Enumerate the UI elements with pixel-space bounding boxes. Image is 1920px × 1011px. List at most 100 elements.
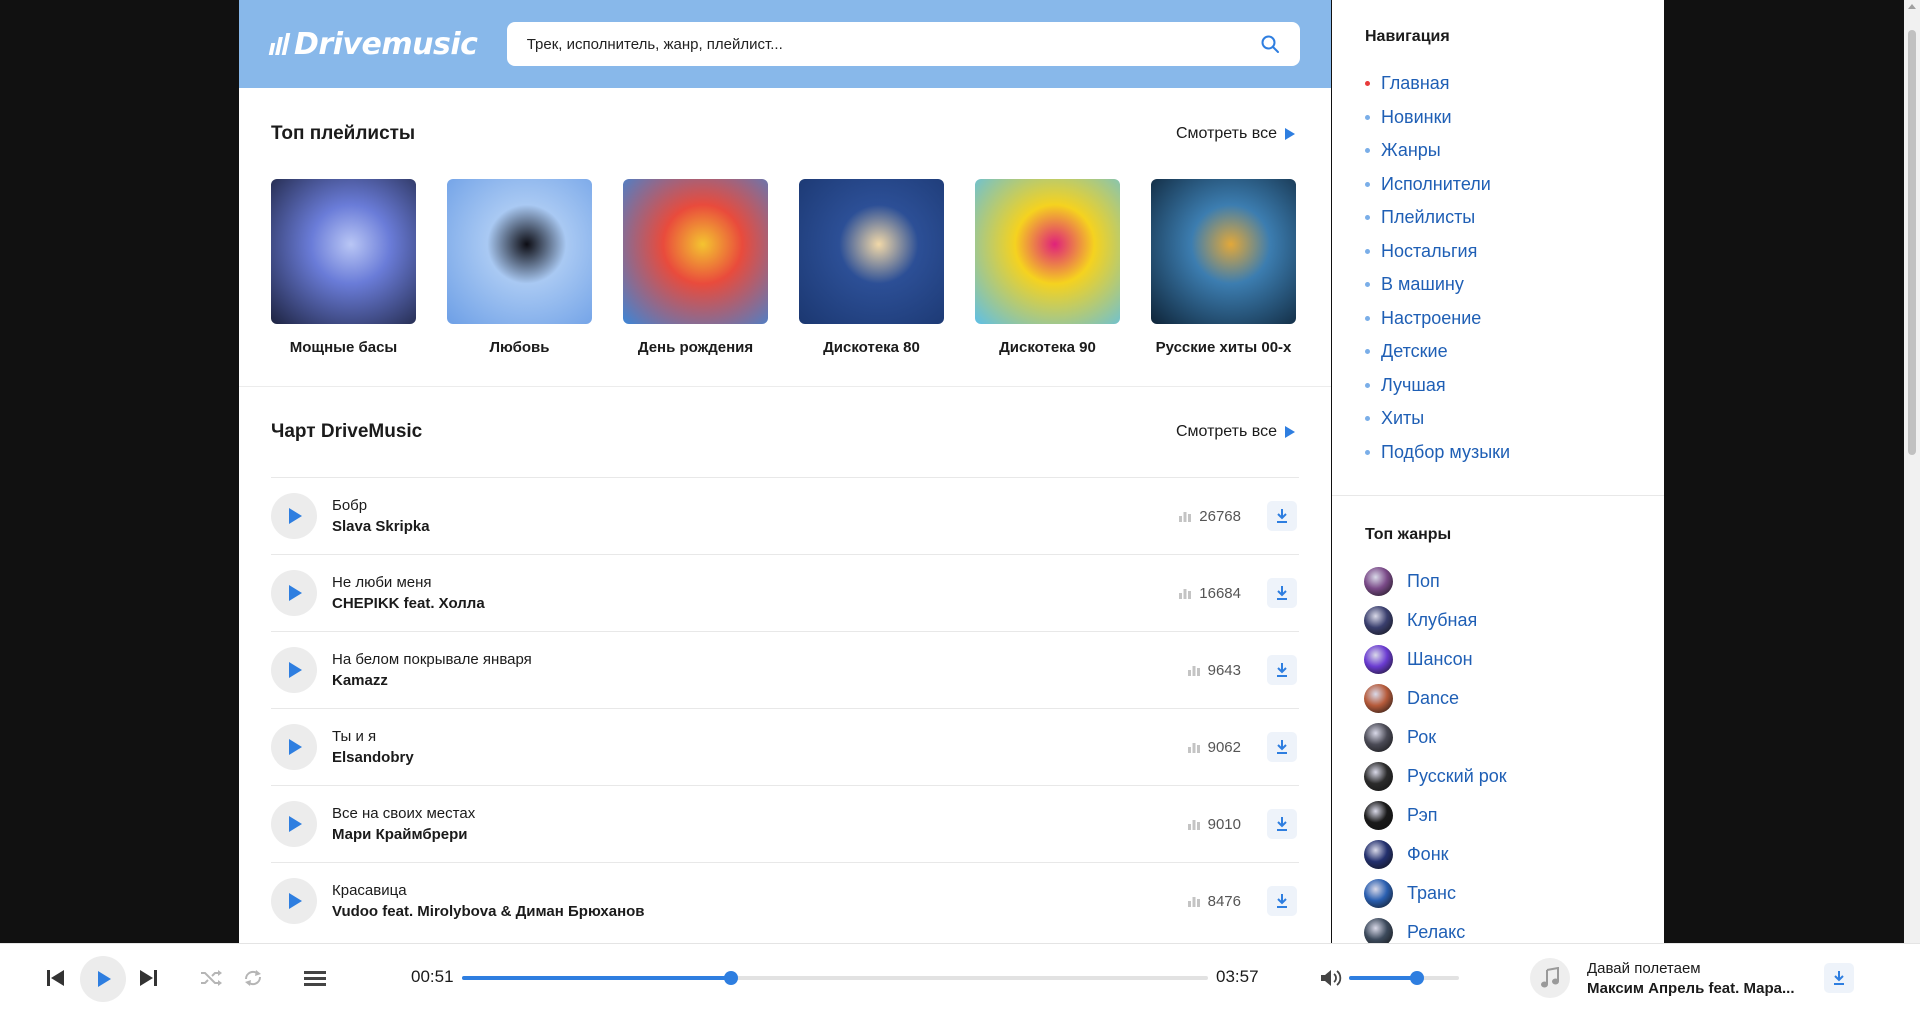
volume-knob[interactable] (1410, 971, 1425, 985)
nav-item[interactable]: В машину (1365, 268, 1664, 302)
track-artist[interactable]: Мари Краймбрери (332, 826, 1188, 843)
playlist-menu-button[interactable] (302, 964, 328, 992)
nav-item[interactable]: Новинки (1365, 101, 1664, 135)
progress-bar[interactable] (462, 971, 1208, 985)
playlist-card[interactable]: Дискотека 90 (975, 179, 1120, 356)
nav-item-label[interactable]: Настроение (1381, 308, 1481, 329)
chart-see-all-link[interactable]: Смотреть все (1176, 423, 1295, 441)
track-row[interactable]: Красавица Vudoo feat. Mirolybova & Диман … (271, 862, 1299, 939)
play-button[interactable] (80, 956, 126, 1002)
genre-label[interactable]: Клубная (1407, 610, 1477, 631)
nav-item-label[interactable]: Главная (1381, 73, 1450, 94)
track-artist[interactable]: CHEPIKK feat. Холла (332, 595, 1179, 612)
track-title[interactable]: Ты и я (332, 728, 1188, 745)
nav-item[interactable]: Главная (1365, 67, 1664, 101)
nav-item-label[interactable]: Ностальгия (1381, 241, 1477, 262)
playlist-card[interactable]: День рождения (623, 179, 768, 356)
nav-item-label[interactable]: Лучшая (1381, 375, 1446, 396)
playlist-card[interactable]: Русские хиты 00-х (1151, 179, 1296, 356)
genre-avatar[interactable] (1364, 684, 1393, 713)
genre-avatar[interactable] (1364, 606, 1393, 635)
genre-label[interactable]: Фонк (1407, 844, 1449, 865)
previous-track-button[interactable] (42, 962, 70, 994)
playlist-cover[interactable] (271, 179, 416, 324)
track-play-button[interactable] (271, 493, 317, 539)
track-artist[interactable]: Vudoo feat. Mirolybova & Диман Брюханов (332, 903, 1188, 920)
playlist-card[interactable]: Любовь (447, 179, 592, 356)
genre-label[interactable]: Релакс (1407, 922, 1465, 943)
playlist-title[interactable]: Любовь (447, 339, 592, 356)
playlist-title[interactable]: Русские хиты 00-х (1151, 339, 1296, 356)
track-title[interactable]: Все на своих местах (332, 805, 1188, 822)
genre-item[interactable]: Рок (1364, 718, 1664, 757)
nav-item-label[interactable]: Подбор музыки (1381, 442, 1510, 463)
track-row[interactable]: Все на своих местах Мари Краймбрери 9010 (271, 785, 1299, 862)
nav-item[interactable]: Исполнители (1365, 168, 1664, 202)
genre-avatar[interactable] (1364, 801, 1393, 830)
track-download-button[interactable] (1267, 501, 1297, 531)
volume-button[interactable] (1318, 964, 1344, 992)
player-download-button[interactable] (1824, 963, 1854, 993)
genre-label[interactable]: Транс (1407, 883, 1456, 904)
playlist-title[interactable]: День рождения (623, 339, 768, 356)
search-input[interactable] (526, 35, 1260, 53)
track-download-button[interactable] (1267, 655, 1297, 685)
nav-item[interactable]: Настроение (1365, 302, 1664, 336)
genre-avatar[interactable] (1364, 762, 1393, 791)
nav-item-label[interactable]: Хиты (1381, 408, 1424, 429)
genre-avatar[interactable] (1364, 723, 1393, 752)
playlist-cover[interactable] (1151, 179, 1296, 324)
track-play-button[interactable] (271, 801, 317, 847)
top-playlists-see-all-link[interactable]: Смотреть все (1176, 125, 1295, 143)
playlist-card[interactable]: Мощные басы (271, 179, 416, 356)
nav-item-label[interactable]: Детские (1381, 341, 1448, 362)
playlist-title[interactable]: Мощные басы (271, 339, 416, 356)
next-track-button[interactable] (134, 962, 162, 994)
progress-knob[interactable] (723, 971, 738, 985)
genre-label[interactable]: Dance (1407, 688, 1459, 709)
genre-label[interactable]: Рок (1407, 727, 1436, 748)
genre-label[interactable]: Шансон (1407, 649, 1473, 670)
genre-item[interactable]: Dance (1364, 679, 1664, 718)
genre-item[interactable]: Шансон (1364, 640, 1664, 679)
nav-item-label[interactable]: Жанры (1381, 140, 1441, 161)
volume-slider[interactable] (1349, 971, 1459, 985)
playlist-title[interactable]: Дискотека 80 (799, 339, 944, 356)
genre-label[interactable]: Русский рок (1407, 766, 1507, 787)
genre-label[interactable]: Рэп (1407, 805, 1438, 826)
track-title[interactable]: Не люби меня (332, 574, 1179, 591)
genre-avatar[interactable] (1364, 879, 1393, 908)
search-icon[interactable] (1260, 34, 1280, 54)
track-download-button[interactable] (1267, 809, 1297, 839)
track-row[interactable]: Ты и я Elsandobry 9062 (271, 708, 1299, 785)
track-artist[interactable]: Elsandobry (332, 749, 1188, 766)
nav-item[interactable]: Ностальгия (1365, 235, 1664, 269)
nav-item-label[interactable]: В машину (1381, 274, 1464, 295)
playlist-cover[interactable] (447, 179, 592, 324)
nav-item-label[interactable]: Плейлисты (1381, 207, 1475, 228)
playlist-title[interactable]: Дискотека 90 (975, 339, 1120, 356)
genre-item[interactable]: Релакс (1364, 913, 1664, 943)
playlist-cover[interactable] (623, 179, 768, 324)
track-title[interactable]: Бобр (332, 497, 1179, 514)
genre-avatar[interactable] (1364, 645, 1393, 674)
genre-item[interactable]: Поп (1364, 562, 1664, 601)
scroll-thumb[interactable] (1908, 30, 1916, 455)
track-play-button[interactable] (271, 647, 317, 693)
nav-item-label[interactable]: Новинки (1381, 107, 1452, 128)
track-row[interactable]: Бобр Slava Skripka 26768 (271, 477, 1299, 554)
track-download-button[interactable] (1267, 732, 1297, 762)
nav-item[interactable]: Подбор музыки (1365, 436, 1664, 470)
genre-item[interactable]: Рэп (1364, 796, 1664, 835)
genre-item[interactable]: Транс (1364, 874, 1664, 913)
nav-item-label[interactable]: Исполнители (1381, 174, 1491, 195)
playlist-cover[interactable] (975, 179, 1120, 324)
nav-item[interactable]: Лучшая (1365, 369, 1664, 403)
playlist-card[interactable]: Дискотека 80 (799, 179, 944, 356)
genre-avatar[interactable] (1364, 840, 1393, 869)
track-download-button[interactable] (1267, 886, 1297, 916)
genre-item[interactable]: Клубная (1364, 601, 1664, 640)
track-download-button[interactable] (1267, 578, 1297, 608)
nav-item[interactable]: Детские (1365, 335, 1664, 369)
genre-item[interactable]: Фонк (1364, 835, 1664, 874)
